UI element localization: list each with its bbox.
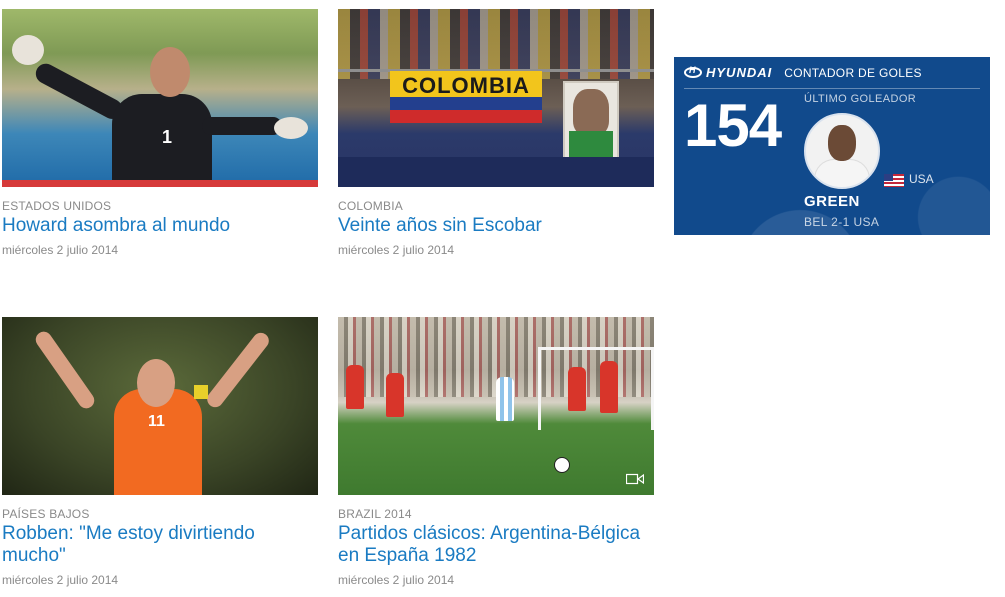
article-date: miércoles 2 julio 2014 [2,573,119,587]
article-headline[interactable]: Partidos clásicos: Argentina-Bélgica en … [338,523,654,567]
banner-text: COLOMBIA [402,73,530,98]
article-image-classic-match[interactable] [338,317,654,495]
article-category[interactable]: COLOMBIA [338,199,654,213]
article-card[interactable]: 1 ESTADOS UNIDOS Howard asombra al mundo… [2,9,318,257]
player-avatar[interactable] [804,113,880,189]
hyundai-logo-icon [684,65,702,78]
video-icon [626,473,644,485]
goal-counter-title: CONTADOR DE GOLES [784,65,922,80]
article-headline[interactable]: Veinte años sin Escobar [338,215,654,237]
last-scorer-label: ÚLTIMO GOLEADOR [804,93,917,105]
goal-counter-widget[interactable]: HYUNDAI CONTADOR DE GOLES 154 ÚLTIMO GOL… [674,57,990,235]
match-score[interactable]: BEL 2-1 USA [804,215,879,229]
sponsor-name: HYUNDAI [706,65,773,80]
article-date: miércoles 2 julio 2014 [338,243,455,257]
article-card[interactable]: BRAZIL 2014 Partidos clásicos: Argentina… [338,317,654,587]
article-category[interactable]: ESTADOS UNIDOS [2,199,318,213]
goal-count: 154 [684,92,782,159]
goal-counter-header: HYUNDAI CONTADOR DE GOLES [684,57,980,89]
article-image-goalkeeper[interactable]: 1 [2,9,318,187]
article-date: miércoles 2 julio 2014 [338,573,455,587]
article-image-fans-banner[interactable]: COLOMBIA [338,9,654,187]
article-category[interactable]: PAÍSES BAJOS [2,507,318,521]
article-headline[interactable]: Robben: "Me estoy divirtiendo mucho" [2,523,318,567]
article-image-player-celebrating[interactable]: 11 [2,317,318,495]
article-date: miércoles 2 julio 2014 [2,243,119,257]
article-card[interactable]: 11 PAÍSES BAJOS Robben: "Me estoy divirt… [2,317,318,587]
usa-flag-icon [884,174,904,187]
player-country: USA [909,172,934,186]
article-card[interactable]: COLOMBIA COLOMBIA Veinte años sin Escoba… [338,9,654,257]
article-category[interactable]: BRAZIL 2014 [338,507,654,521]
sponsor-logo: HYUNDAI [684,65,772,80]
player-name[interactable]: GREEN [804,193,860,210]
article-headline[interactable]: Howard asombra al mundo [2,215,318,237]
